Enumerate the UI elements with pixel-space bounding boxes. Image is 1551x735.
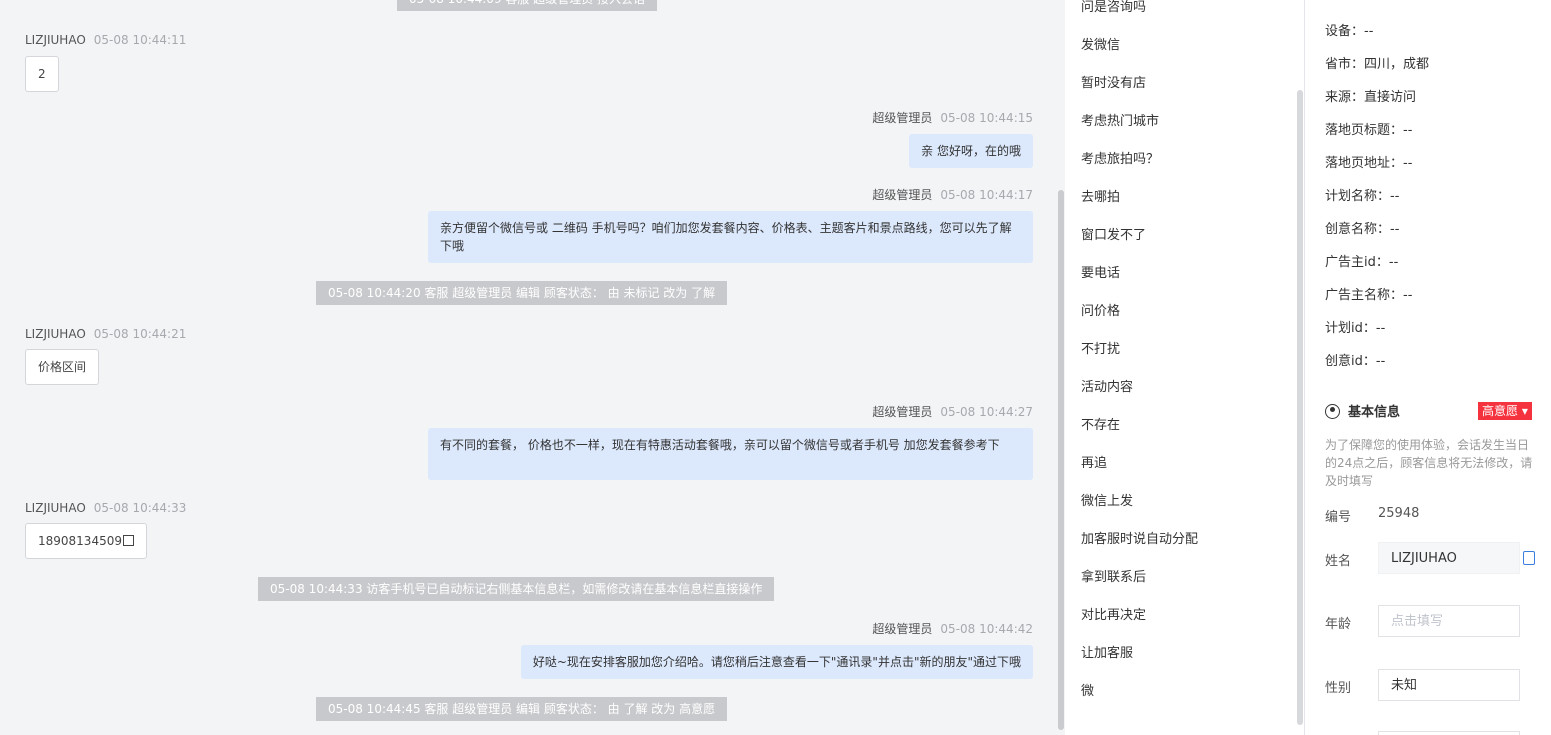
id-value: 25948 [1378,506,1420,521]
edit-deadline-note: 为了保障您的使用体验，会话发生当日的24点之后，顾客信息将无法修改，请及时填写 [1325,438,1533,488]
message-time: 05-08 10:44:33 [93,501,187,515]
quick-reply-item[interactable]: 微 [1081,680,1094,699]
quick-reply-item[interactable]: 要电话 [1081,262,1120,281]
sender-name: 超级管理员 [872,111,933,125]
chat-scrollbar-thumb[interactable] [1058,190,1064,730]
quick-reply-list: 问是咨询吗 发微信 暂时没有店 考虑热门城市 考虑旅拍吗？ 去哪拍 窗口发不了 … [1065,0,1297,735]
age-label: 年龄 [1325,617,1352,632]
info-field-advertiser-name: 广告主名称：-- [1325,288,1413,303]
name-label: 姓名 [1325,554,1352,569]
customer-info-panel: 设备：-- 省市：四川，成都 来源：直接访问 落地页标题：-- 落地页地址：--… [1305,0,1551,735]
quick-reply-item[interactable]: 去哪拍 [1081,186,1120,205]
info-field-landing-url: 落地页地址：-- [1325,156,1413,171]
quick-reply-item[interactable]: 对比再决定 [1081,604,1146,623]
sender-name: LIZJIUHAO [25,501,86,515]
quick-reply-item[interactable]: 发微信 [1081,34,1120,53]
message-meta: LIZJIUHAO 05-08 10:44:21 [25,326,186,342]
sender-name: LIZJIUHAO [25,327,86,341]
message-time: 05-08 10:44:42 [940,622,1033,636]
system-note: 05-08 10:44:09 客服 超级管理员 接入会话 [397,0,658,11]
system-note: 05-08 10:44:33 访客手机号已自动标记右侧基本信息栏，如需修改请在基… [258,577,775,601]
quick-reply-item[interactable]: 不存在 [1081,414,1120,433]
message-time: 05-08 10:44:21 [93,327,187,341]
agent-message: 亲方便留个微信号或 二维码 手机号吗？咱们加您发套餐内容、价格表、主题客片和景点… [428,211,1033,263]
message-meta: 超级管理员 05-08 10:44:42 [872,621,1033,637]
info-field-plan-name: 计划名称：-- [1325,189,1400,204]
age-input[interactable]: 点击填写 [1378,605,1520,637]
system-note: 05-08 10:44:45 客服 超级管理员 编辑 顾客状态： 由 了解 改为… [316,697,728,721]
info-field-device: 设备：-- [1325,24,1374,39]
quick-reply-item[interactable]: 问是咨询吗 [1081,0,1146,15]
quick-reply-item[interactable]: 活动内容 [1081,376,1133,395]
info-field-plan-id: 计划id：-- [1325,321,1386,336]
sender-name: 超级管理员 [872,622,933,636]
gender-label: 性别 [1325,681,1352,696]
message-meta: LIZJIUHAO 05-08 10:44:33 [25,500,186,516]
quick-reply-scrollbar[interactable] [1297,90,1303,725]
gender-select[interactable]: 未知 [1378,669,1520,701]
quick-reply-item[interactable]: 不打扰 [1081,338,1120,357]
info-field-creative-id: 创意id：-- [1325,354,1386,369]
sender-name: 超级管理员 [872,188,933,202]
message-meta: 超级管理员 05-08 10:44:17 [872,187,1033,203]
message-meta: 超级管理员 05-08 10:44:27 [872,404,1033,420]
info-field-creative-name: 创意名称：-- [1325,222,1400,237]
system-note: 05-08 10:44:20 客服 超级管理员 编辑 顾客状态： 由 未标记 改… [316,281,728,305]
quick-reply-item[interactable]: 加客服时说自动分配 [1081,528,1198,547]
chat-panel: 05-08 10:44:09 客服 超级管理员 接入会话 LIZJIUHAO 05… [0,0,1057,735]
basic-info-title: 基本信息 [1325,401,1400,420]
info-field-source: 来源：直接访问 [1325,90,1417,105]
next-field[interactable] [1378,731,1520,735]
message-time: 05-08 10:44:11 [93,33,187,47]
name-field: LIZJIUHAO [1378,542,1520,574]
intent-status-dropdown[interactable]: 高意愿 ▾ [1478,402,1532,420]
customer-message: 价格区间 [25,349,100,385]
info-field-city: 省市：四川，成都 [1325,57,1430,72]
chat-scrollbar[interactable] [1057,0,1065,735]
customer-message: 2 [25,56,59,92]
copy-name-icon[interactable] [1523,551,1535,565]
quick-reply-item[interactable]: 让加客服 [1081,642,1133,661]
quick-reply-item[interactable]: 暂时没有店 [1081,72,1146,91]
info-field-advertiser-id: 广告主id：-- [1325,255,1399,270]
message-time: 05-08 10:44:17 [940,188,1033,202]
copy-icon[interactable] [122,535,134,546]
info-field-landing-title: 落地页标题：-- [1325,123,1413,138]
agent-message: 有不同的套餐， 价格也不一样，现在有特惠活动套餐哦，亲可以留个微信号或者手机号 … [428,428,1033,480]
id-label: 编号 [1325,510,1352,525]
quick-reply-item[interactable]: 问价格 [1081,300,1120,319]
agent-message: 亲 您好呀，在的哦 [909,134,1033,168]
phone-number: 18908134509 [38,534,122,548]
message-time: 05-08 10:44:15 [940,111,1033,125]
message-meta: LIZJIUHAO 05-08 10:44:11 [25,32,186,48]
quick-reply-item[interactable]: 微信上发 [1081,490,1133,509]
quick-reply-item[interactable]: 窗口发不了 [1081,224,1146,243]
sender-name: 超级管理员 [872,405,933,419]
quick-reply-item[interactable]: 拿到联系后 [1081,566,1146,585]
message-meta: 超级管理员 05-08 10:44:15 [872,110,1033,126]
quick-reply-item[interactable]: 考虑热门城市 [1081,110,1159,129]
quick-reply-item[interactable]: 考虑旅拍吗？ [1081,148,1159,167]
customer-message: 18908134509 [25,523,147,559]
agent-message: 好哒~现在安排客服加您介绍哈。请您稍后注意查看一下"通讯录"并点击"新的朋友"通… [520,645,1033,679]
user-circle-icon [1325,404,1340,419]
sender-name: LIZJIUHAO [25,33,86,47]
message-time: 05-08 10:44:27 [940,405,1033,419]
quick-reply-item[interactable]: 再追 [1081,452,1107,471]
